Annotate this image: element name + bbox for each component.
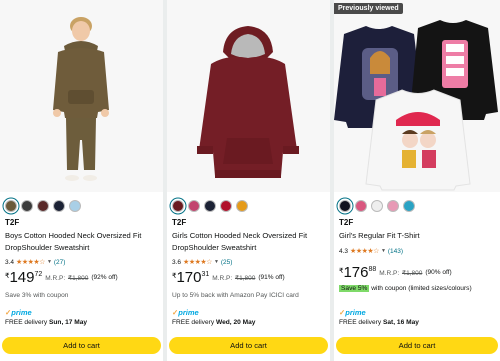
star-rating-icon[interactable]: ★★★★☆ xyxy=(350,247,379,255)
delivery-info: FREE delivery Wed, 20 May xyxy=(172,319,256,326)
prime-badge: ✓prime xyxy=(339,308,366,317)
star-rating-icon[interactable]: ★★★★☆ xyxy=(16,258,45,266)
color-swatch[interactable] xyxy=(236,200,248,212)
delivery-date: Sat, 16 May xyxy=(382,319,419,326)
price-row: ₹ 170 31 M.R.P: ₹1,800 (91% off) xyxy=(172,270,285,285)
price-whole: 176 xyxy=(343,264,369,281)
rating-value: 4.3 xyxy=(339,247,349,255)
color-swatch[interactable] xyxy=(69,200,81,212)
rating-row: 3.6 ★★★★☆ ▼ (25) xyxy=(172,258,233,267)
rating-count-link[interactable]: (27) xyxy=(54,259,66,266)
mrp-value: ₹1,800 xyxy=(401,270,423,277)
chevron-down-icon[interactable]: ▼ xyxy=(47,259,52,265)
rating-count-link[interactable]: (143) xyxy=(388,248,403,255)
discount-percent: (92% off) xyxy=(91,274,118,281)
color-swatch[interactable] xyxy=(339,200,351,212)
offer-text: Save 5% with coupon (limited sizes/colou… xyxy=(339,285,472,292)
price-fraction: 72 xyxy=(34,271,43,278)
product-card[interactable]: T2F Boys Cotton Hooded Neck Oversized Fi… xyxy=(0,0,163,361)
rating-row: 4.3 ★★★★☆ ▼ (143) xyxy=(339,247,403,256)
offer-text: Up to 5% back with Amazon Pay ICICI card xyxy=(172,292,299,299)
rating-value: 3.4 xyxy=(5,258,15,266)
price-fraction: 88 xyxy=(368,266,377,273)
brand-name: T2F xyxy=(172,218,187,227)
product-card[interactable]: Previously viewed T2F Girl's Regular Fit… xyxy=(334,0,500,361)
delivery-info: FREE delivery Sat, 16 May xyxy=(339,319,419,326)
mrp-value: ₹1,800 xyxy=(67,275,89,282)
rating-value: 3.6 xyxy=(172,258,182,266)
color-swatches xyxy=(339,200,415,213)
chevron-down-icon[interactable]: ▼ xyxy=(381,248,386,254)
color-swatch[interactable] xyxy=(371,200,383,212)
mrp-value: ₹1,800 xyxy=(234,275,256,282)
offer-text: Save 3% with coupon xyxy=(5,292,69,299)
color-swatch[interactable] xyxy=(188,200,200,212)
color-swatch[interactable] xyxy=(204,200,216,212)
delivery-info: FREE delivery Sun, 17 May xyxy=(5,319,88,326)
product-title-link[interactable]: Girls Cotton Hooded Neck Oversized Fit D… xyxy=(172,230,328,253)
color-swatch[interactable] xyxy=(53,200,65,212)
color-swatch[interactable] xyxy=(387,200,399,212)
brand-name: T2F xyxy=(339,218,354,227)
product-title-link[interactable]: Boys Cotton Hooded Neck Oversized Fit Dr… xyxy=(5,230,161,253)
delivery-date: Sun, 17 May xyxy=(48,319,88,326)
color-swatch[interactable] xyxy=(172,200,184,212)
girls-tshirts-photo xyxy=(334,20,498,191)
mrp-label: M.R.P: ₹1,800 xyxy=(379,270,423,277)
rating-count-link[interactable]: (25) xyxy=(221,259,233,266)
color-swatch[interactable] xyxy=(21,200,33,212)
previously-viewed-badge: Previously viewed xyxy=(334,3,403,14)
maroon-hoodie-photo xyxy=(197,26,299,178)
price-fraction: 31 xyxy=(201,271,210,278)
product-card[interactable]: T2F Girls Cotton Hooded Neck Oversized F… xyxy=(167,0,330,361)
price-row: ₹ 176 88 M.R.P: ₹1,800 (90% off) xyxy=(339,265,452,280)
prime-badge: ✓prime xyxy=(172,308,199,317)
color-swatch[interactable] xyxy=(5,200,17,212)
add-to-cart-button[interactable]: Add to cart xyxy=(2,337,161,354)
mrp-label: M.R.P: ₹1,800 xyxy=(212,275,256,282)
product-grid: T2F Boys Cotton Hooded Neck Oversized Fi… xyxy=(0,0,500,361)
mrp-label: M.R.P: ₹1,800 xyxy=(45,275,89,282)
color-swatch[interactable] xyxy=(355,200,367,212)
product-title-link[interactable]: Girl's Regular Fit T-Shirt xyxy=(339,230,497,242)
color-swatch[interactable] xyxy=(403,200,415,212)
color-swatches xyxy=(5,200,81,213)
coupon-save-tag[interactable]: Save 5% xyxy=(339,285,370,292)
price-row: ₹ 149 72 M.R.P: ₹1,800 (92% off) xyxy=(5,270,118,285)
boy-hoodie-photo xyxy=(53,17,109,181)
add-to-cart-button[interactable]: Add to cart xyxy=(336,337,498,354)
brand-name: T2F xyxy=(5,218,20,227)
price-whole: 149 xyxy=(9,269,35,286)
product-image[interactable] xyxy=(334,0,500,192)
chevron-down-icon[interactable]: ▼ xyxy=(214,259,219,265)
product-image[interactable] xyxy=(167,0,330,192)
price-whole: 170 xyxy=(176,269,202,286)
color-swatch[interactable] xyxy=(220,200,232,212)
color-swatch[interactable] xyxy=(37,200,49,212)
delivery-date: Wed, 20 May xyxy=(215,319,256,326)
rating-row: 3.4 ★★★★☆ ▼ (27) xyxy=(5,258,66,267)
star-rating-icon[interactable]: ★★★★☆ xyxy=(183,258,212,266)
discount-percent: (91% off) xyxy=(258,274,285,281)
prime-badge: ✓prime xyxy=(5,308,32,317)
color-swatches xyxy=(172,200,248,213)
add-to-cart-button[interactable]: Add to cart xyxy=(169,337,328,354)
product-image[interactable] xyxy=(0,0,163,192)
discount-percent: (90% off) xyxy=(425,269,452,276)
